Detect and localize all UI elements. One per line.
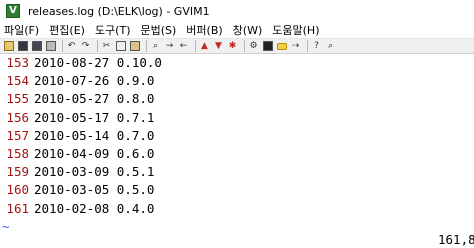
run-script-icon[interactable]: ✱ [227, 41, 238, 52]
jump-tag-icon[interactable]: ⇢ [290, 41, 301, 52]
editor-line: 157 2010-05-14 0.7.0 [0, 127, 474, 145]
make-icon[interactable]: ⚙ [248, 41, 259, 52]
editor-line: 155 2010-05-27 0.8.0 [0, 90, 474, 108]
menu-window[interactable]: 창(W) [228, 22, 268, 38]
gvim-app-icon[interactable]: V [6, 4, 20, 18]
line-number: 161 [6, 200, 29, 216]
save-all-icon[interactable] [31, 41, 42, 52]
line-number: 156 [6, 109, 29, 125]
toolbar-separator [146, 40, 147, 52]
editor-line: 158 2010-04-09 0.6.0 [0, 145, 474, 163]
editor-line: 159 2010-03-09 0.5.1 [0, 163, 474, 181]
find-help-icon[interactable]: ⌕ [325, 41, 336, 52]
line-number: 155 [6, 91, 29, 107]
copy-icon[interactable] [115, 41, 126, 52]
menu-file[interactable]: 파일(F) [0, 22, 44, 38]
toolbar-separator [195, 40, 196, 52]
shell-icon[interactable] [262, 41, 273, 52]
editor-line: 160 2010-03-05 0.5.0 [0, 181, 474, 199]
editor-line: 156 2010-05-17 0.7.1 [0, 109, 474, 127]
line-text: 2010-05-27 0.8.0 [34, 91, 155, 107]
line-text: 2010-05-17 0.7.1 [34, 109, 155, 125]
line-text: 2010-03-05 0.5.0 [34, 182, 155, 198]
line-text: 2010-03-09 0.5.1 [34, 164, 155, 180]
save-session-icon[interactable]: ▼ [213, 41, 224, 52]
status-line: 161,8 [0, 230, 474, 248]
line-number: 157 [6, 127, 29, 143]
line-number: 154 [6, 73, 29, 89]
title-bar: V releases.log (D:\ELK\log) - GVIM1 [0, 0, 474, 22]
find-next-icon[interactable]: → [164, 41, 175, 52]
line-number: 160 [6, 182, 29, 198]
menu-bar: 파일(F) 편집(E) 도구(T) 문법(S) 버퍼(B) 창(W) 도움말(H… [0, 22, 474, 38]
paste-icon[interactable] [129, 41, 140, 52]
save-icon[interactable] [17, 41, 28, 52]
cursor-position: 161,8 [438, 232, 474, 247]
line-text: 2010-02-08 0.4.0 [34, 200, 155, 216]
line-text: 2010-07-26 0.9.0 [34, 73, 155, 89]
line-number: 159 [6, 164, 29, 180]
line-number: 158 [6, 145, 29, 161]
menu-tools[interactable]: 도구(T) [90, 22, 136, 38]
print-icon[interactable] [45, 41, 56, 52]
line-text: 2010-04-09 0.6.0 [34, 145, 155, 161]
find-icon[interactable]: ⌕ [150, 41, 161, 52]
window-title: releases.log (D:\ELK\log) - GVIM1 [28, 4, 210, 18]
line-number: 153 [6, 55, 29, 70]
menu-buffers[interactable]: 버퍼(B) [181, 22, 227, 38]
undo-icon[interactable]: ↶ [66, 41, 77, 52]
editor-line: 154 2010-07-26 0.9.0 [0, 72, 474, 90]
open-icon[interactable] [3, 41, 14, 52]
find-prev-icon[interactable]: ← [178, 41, 189, 52]
editor-area[interactable]: 153 2010-08-27 0.10.0 154 2010-07-26 0.9.0… [0, 54, 474, 234]
toolbar-separator [244, 40, 245, 52]
toolbar: ↶ ↷ ✂ ⌕ → ← ▲ ▼ ✱ ⚙ ⇢ ? ⌕ [0, 38, 474, 54]
editor-line: 153 2010-08-27 0.10.0 [0, 54, 474, 72]
help-icon[interactable]: ? [311, 41, 322, 52]
line-text: 2010-05-14 0.7.0 [34, 127, 155, 143]
redo-icon[interactable]: ↷ [80, 41, 91, 52]
toolbar-separator [97, 40, 98, 52]
load-session-icon[interactable]: ▲ [199, 41, 210, 52]
menu-syntax[interactable]: 문법(S) [135, 22, 181, 38]
make-tags-icon[interactable] [276, 41, 287, 52]
toolbar-separator [307, 40, 308, 52]
editor-line: 161 2010-02-08 0.4.0 [0, 200, 474, 218]
menu-edit[interactable]: 편집(E) [44, 22, 90, 38]
menu-help[interactable]: 도움말(H) [267, 22, 324, 38]
toolbar-separator [62, 40, 63, 52]
cut-icon[interactable]: ✂ [101, 41, 112, 52]
line-text: 2010-08-27 0.10.0 [34, 55, 162, 70]
